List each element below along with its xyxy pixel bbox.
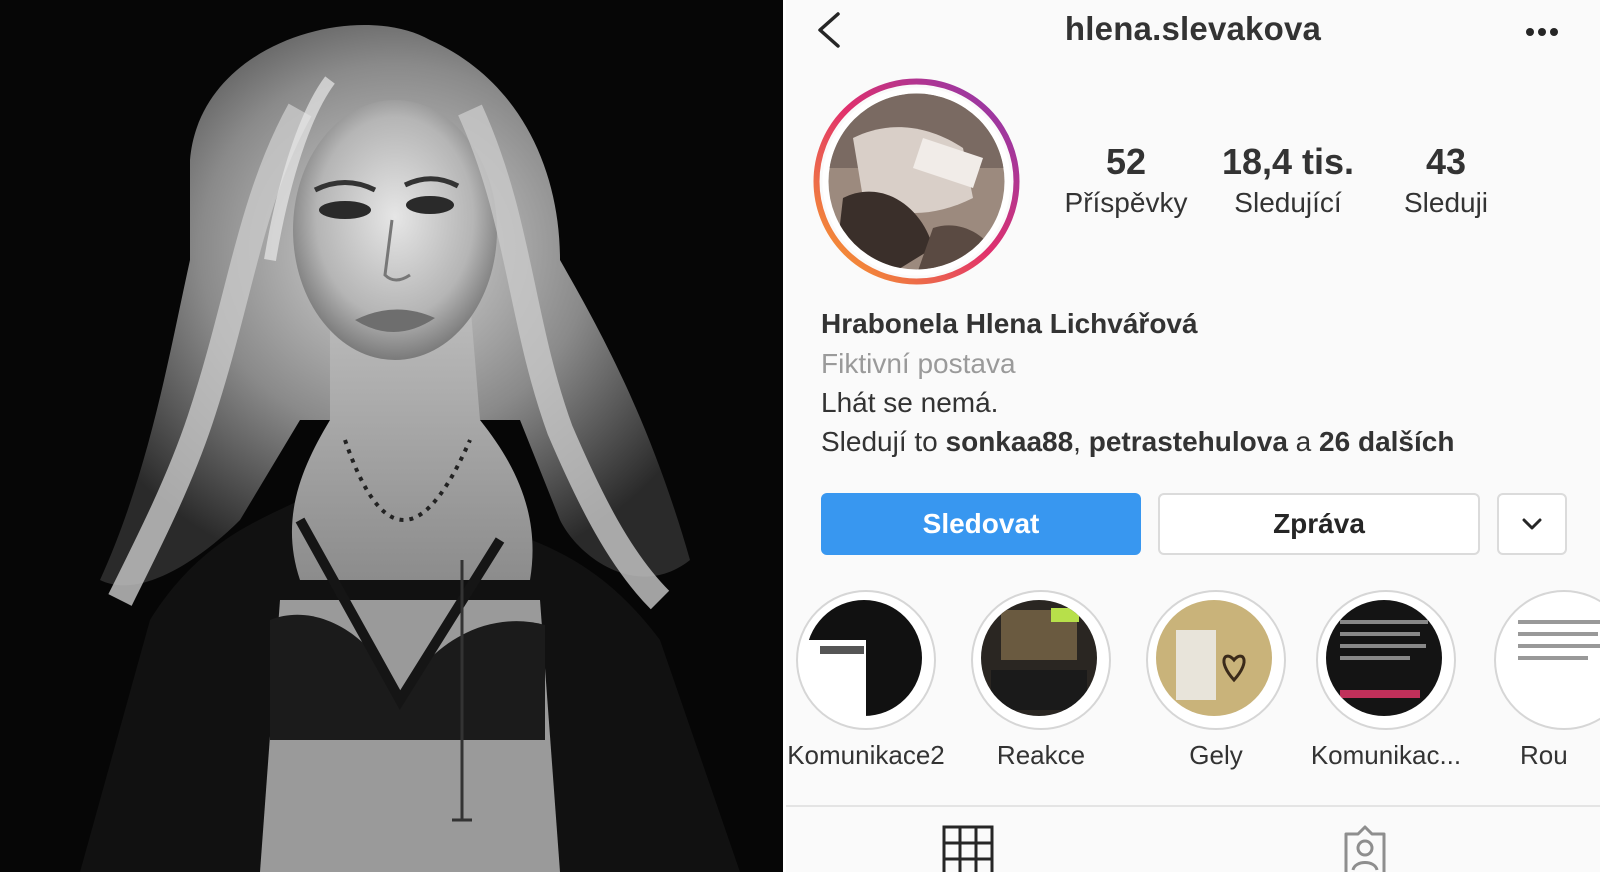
highlight-item[interactable]: Gely <box>1126 590 1306 771</box>
stat-posts[interactable]: 52 Příspěvky <box>1038 140 1214 222</box>
suggested-expand-button[interactable] <box>1497 493 1567 555</box>
tabs-divider <box>786 805 1600 807</box>
highlight-cover <box>1316 590 1456 730</box>
highlight-item[interactable]: Rou <box>1476 590 1600 771</box>
stat-following[interactable]: 43 Sleduji <box>1381 140 1511 222</box>
stat-followers-value: 18,4 tis. <box>1221 141 1355 182</box>
more-dots-icon[interactable] <box>1522 14 1562 50</box>
top-bar: hlena.slevakova <box>786 0 1600 62</box>
profile-category: Fiktivní postava <box>821 348 1016 379</box>
highlight-thumbnail <box>1326 600 1442 716</box>
grid-icon[interactable] <box>941 824 995 872</box>
highlight-label: Reakce <box>996 740 1086 770</box>
message-button[interactable]: Zpráva <box>1158 493 1480 555</box>
highlight-cover <box>1146 590 1286 730</box>
followed-by-others[interactable]: 26 dalších <box>1319 426 1454 457</box>
highlight-item[interactable]: Reakce <box>951 590 1131 771</box>
profile-full-name: Hrabonela Hlena Lichvářová <box>821 308 1198 339</box>
highlight-thumbnail <box>1504 600 1600 716</box>
follow-button[interactable]: Sledovat <box>821 493 1141 555</box>
followed-by-separator: , <box>1073 426 1089 457</box>
highlight-label: Komunikace2 <box>787 740 945 770</box>
highlight-cover <box>1494 590 1600 730</box>
stat-following-value: 43 <box>1425 141 1467 182</box>
highlight-label: Komunikac... <box>1310 740 1462 770</box>
profile-username: hlena.slevakova <box>1064 10 1322 47</box>
highlight-thumbnail <box>806 600 922 716</box>
highlight-thumbnail <box>1156 600 1272 716</box>
stat-following-label: Sleduji <box>1403 187 1489 218</box>
followed-by-user2[interactable]: petrastehulova <box>1089 426 1288 457</box>
profile-bio: Lhát se nemá. <box>821 387 999 418</box>
instagram-profile-screen: hlena.slevakova 52 Příspěvky 18,4 tis. S… <box>786 0 1600 872</box>
tagged-person-icon[interactable] <box>1338 824 1392 872</box>
highlight-item[interactable]: Komunikac... <box>1296 590 1476 771</box>
followed-by-prefix: Sledují to <box>821 426 946 457</box>
highlight-cover <box>971 590 1111 730</box>
stat-posts-label: Příspěvky <box>1064 187 1188 218</box>
highlight-cover <box>796 590 936 730</box>
highlight-label: Gely <box>1189 740 1243 770</box>
stat-followers[interactable]: 18,4 tis. Sledující <box>1200 140 1376 222</box>
highlight-thumbnail <box>981 600 1097 716</box>
portrait-photo <box>0 0 783 872</box>
followed-by-user1[interactable]: sonkaa88 <box>946 426 1074 457</box>
stat-followers-label: Sledující <box>1234 187 1342 218</box>
chevron-down-icon <box>1522 518 1542 530</box>
followed-by-line[interactable]: Sledují to sonkaa88, petrastehulova a 26… <box>821 426 1454 458</box>
followed-by-conjunction: a <box>1287 426 1320 457</box>
portrait-illustration <box>0 0 783 872</box>
highlight-item[interactable]: Komunikace2 <box>786 590 956 771</box>
composite-screenshot: hlena.slevakova 52 Příspěvky 18,4 tis. S… <box>0 0 1600 872</box>
stat-posts-value: 52 <box>1105 141 1147 182</box>
profile-avatar[interactable] <box>813 78 1020 285</box>
highlight-label: Rou <box>1520 740 1568 770</box>
